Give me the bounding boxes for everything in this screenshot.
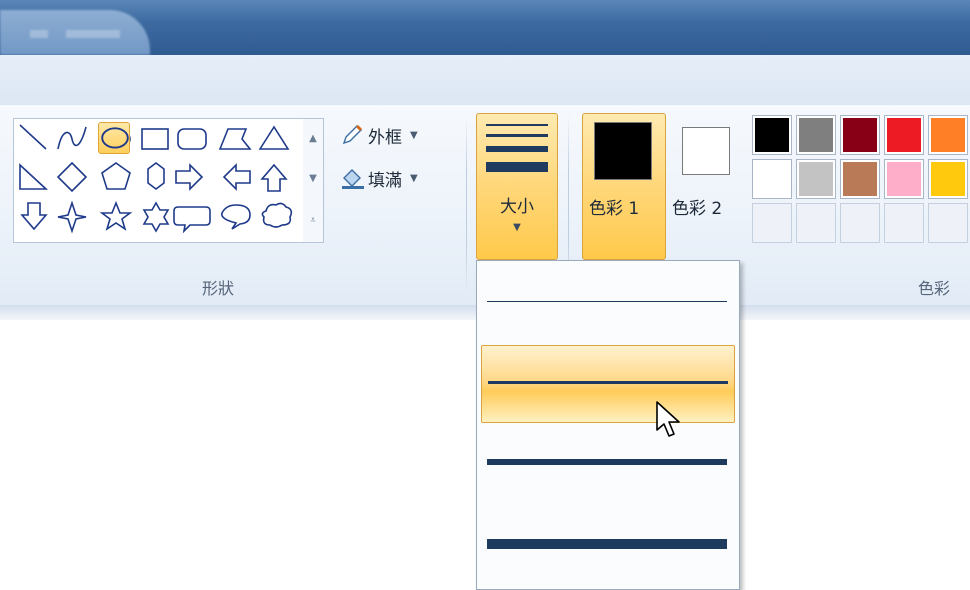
fill-dropdown-icon: ▼ xyxy=(410,172,418,184)
gallery-scroll-down-icon[interactable]: ▼ xyxy=(303,159,323,199)
outline-dropdown-icon: ▼ xyxy=(410,129,418,141)
palette-swatch[interactable] xyxy=(752,159,792,199)
triangle-icon xyxy=(258,125,290,150)
oval-callout-icon xyxy=(220,204,251,230)
palette-swatch[interactable] xyxy=(884,159,924,199)
right-arrow-icon xyxy=(175,163,204,191)
size-line-preview xyxy=(487,539,727,549)
palette-swatch[interactable] xyxy=(796,159,836,199)
size-line-preview xyxy=(487,301,727,302)
size-option-8px[interactable] xyxy=(481,505,733,581)
size-option-5px[interactable] xyxy=(481,425,733,501)
pencil-icon xyxy=(342,124,363,145)
up-arrow-icon xyxy=(260,163,288,192)
palette-custom-slot[interactable] xyxy=(884,203,924,243)
color1-label: 色彩 1 xyxy=(589,199,640,219)
palette-swatch[interactable] xyxy=(928,159,968,199)
outline-button[interactable]: 外框 ▼ xyxy=(340,120,418,150)
swatch-white xyxy=(755,162,789,196)
shapes-group-label: 形狀 xyxy=(202,279,235,298)
size-dropdown-menu xyxy=(476,260,740,590)
pentagon-icon xyxy=(101,162,131,190)
swatch-red xyxy=(887,118,921,152)
shapes-gallery-icons xyxy=(19,124,293,234)
swatch-gold xyxy=(931,162,965,196)
palette-custom-slot[interactable] xyxy=(752,203,792,243)
hexagon-icon xyxy=(147,162,165,190)
palette-swatch[interactable] xyxy=(840,115,880,155)
size-preview-line xyxy=(486,134,548,137)
rounded-rectangle-icon xyxy=(177,128,207,150)
swatch-light-gray xyxy=(799,162,833,196)
size-preview-line xyxy=(486,124,548,126)
shapes-gallery xyxy=(13,118,305,243)
mouse-cursor-icon xyxy=(656,401,680,437)
outline-label: 外框 xyxy=(368,127,402,148)
palette-swatch[interactable] xyxy=(928,115,968,155)
six-point-star-icon xyxy=(142,201,170,233)
swatch-pink xyxy=(887,162,921,196)
diamond-icon xyxy=(56,161,88,193)
title-bar xyxy=(0,0,970,55)
oval-icon xyxy=(101,127,129,149)
color2-swatch xyxy=(682,127,730,175)
five-point-star-icon xyxy=(99,200,133,231)
palette-swatch[interactable] xyxy=(796,115,836,155)
color1-button[interactable]: 色彩 1 xyxy=(582,113,666,260)
gallery-expand-icon[interactable]: ⩡ xyxy=(303,201,323,241)
left-arrow-icon xyxy=(222,163,251,191)
size-line-preview xyxy=(487,459,727,465)
size-preview-line xyxy=(486,162,548,172)
cloud-callout-icon xyxy=(261,202,293,228)
swatch-black xyxy=(755,118,789,152)
size-preview-line xyxy=(486,146,548,152)
four-point-star-icon xyxy=(57,200,87,234)
size-option-1px[interactable] xyxy=(481,267,733,341)
fill-button[interactable]: 填滿 ▼ xyxy=(340,163,418,193)
color1-swatch xyxy=(594,122,652,180)
swatch-brown xyxy=(843,162,877,196)
gallery-scrollbar[interactable]: ▲ ▼ ⩡ xyxy=(303,118,324,243)
size-line-preview xyxy=(488,381,728,384)
palette-swatch[interactable] xyxy=(752,115,792,155)
size-button[interactable]: 大小 ▼ xyxy=(476,113,558,260)
palette-custom-slot[interactable] xyxy=(796,203,836,243)
rounded-callout-icon xyxy=(173,206,211,234)
polygon-icon xyxy=(218,128,252,150)
line-icon xyxy=(19,124,47,150)
app-menu-icon xyxy=(30,30,120,38)
palette-swatch[interactable] xyxy=(840,159,880,199)
palette-custom-slot[interactable] xyxy=(928,203,968,243)
palette-custom-slot[interactable] xyxy=(840,203,880,243)
curve-icon xyxy=(57,126,87,150)
group-separator xyxy=(466,115,467,295)
gallery-scroll-up-icon[interactable]: ▲ xyxy=(303,119,323,159)
right-triangle-icon xyxy=(19,163,49,190)
size-dropdown-icon: ▼ xyxy=(513,222,521,233)
app-menu-tab[interactable] xyxy=(0,10,150,55)
swatch-dark-red xyxy=(843,118,877,152)
swatch-gray xyxy=(799,118,833,152)
fill-label: 填滿 xyxy=(368,170,402,191)
size-label: 大小 xyxy=(500,197,534,217)
rectangle-icon xyxy=(141,128,169,150)
colors-group-label: 色彩 xyxy=(918,279,951,298)
palette-swatch[interactable] xyxy=(884,115,924,155)
oval-shape-selected[interactable] xyxy=(98,122,130,154)
color2-label: 色彩 2 xyxy=(672,199,723,219)
fill-bucket-icon xyxy=(342,169,364,189)
size-option-3px[interactable] xyxy=(481,345,735,423)
down-arrow-icon xyxy=(20,202,48,231)
ribbon-tabs-bar xyxy=(0,55,970,106)
swatch-orange xyxy=(931,118,965,152)
